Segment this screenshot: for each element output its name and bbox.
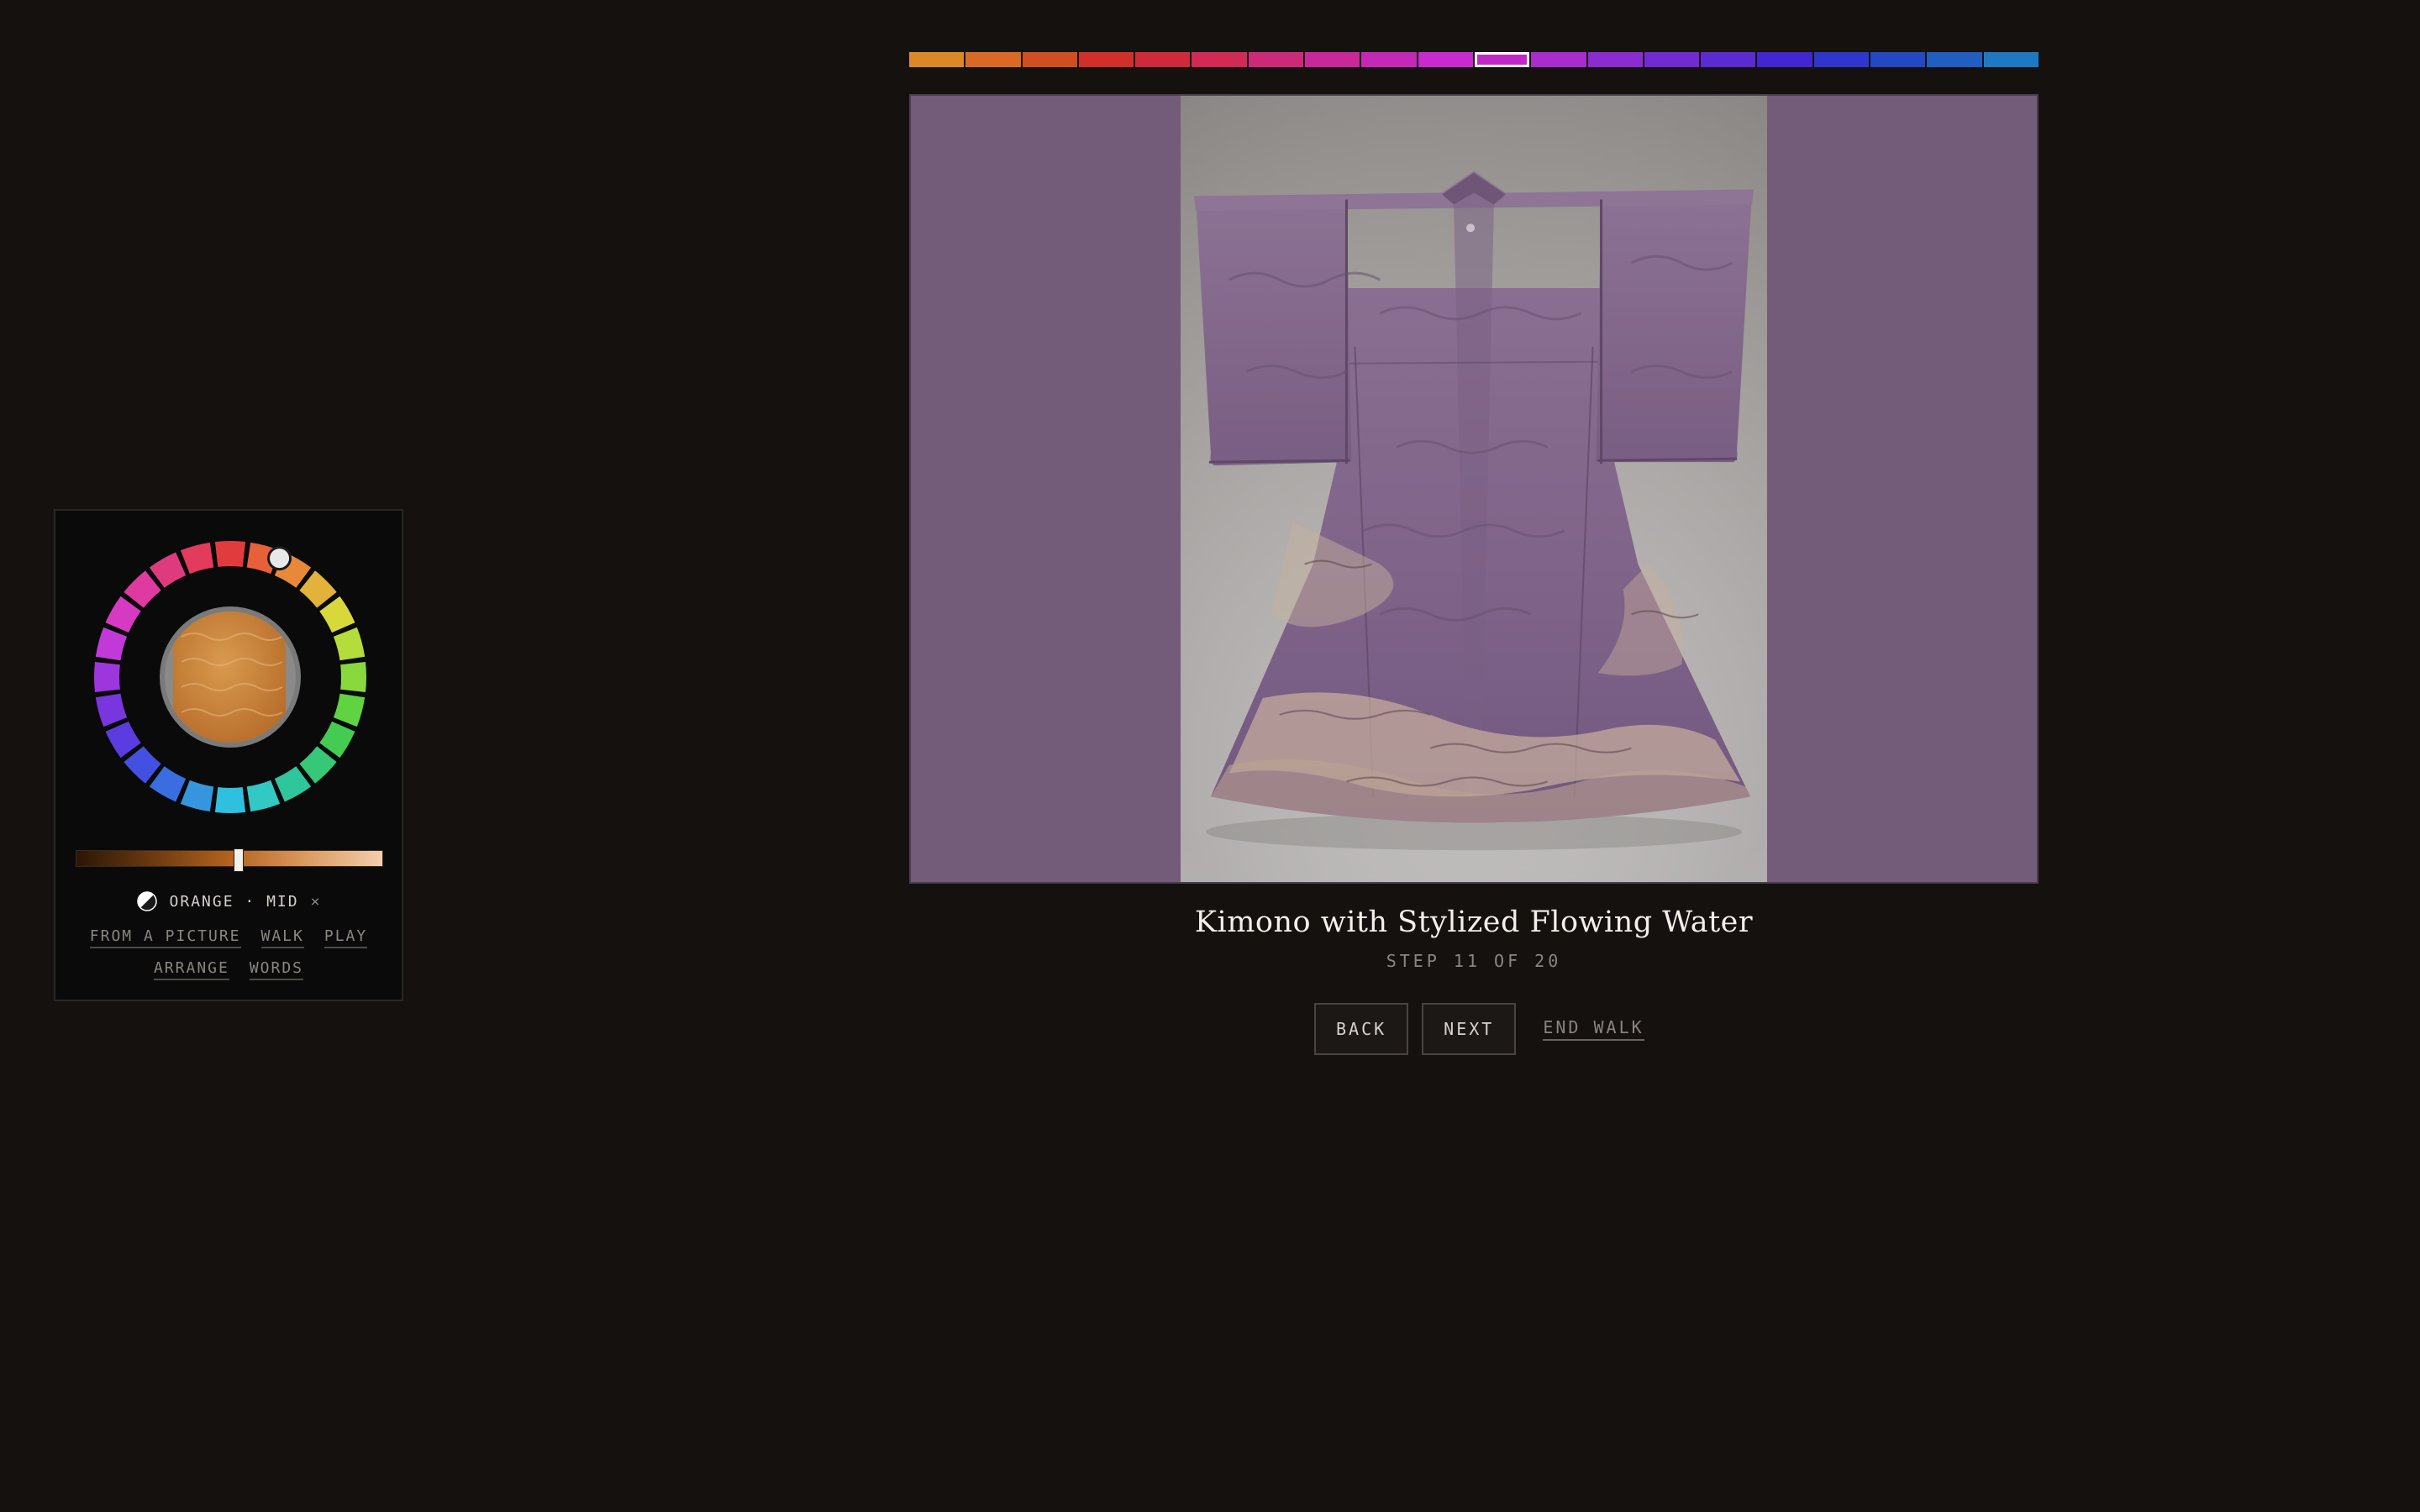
step-indicator: STEP 11 OF 20 [1386,951,1562,971]
contrast-icon [136,891,157,911]
color-wheel-segment[interactable] [274,766,312,802]
nav-play[interactable]: PLAY [324,927,368,948]
color-wheel-knob[interactable] [267,546,292,571]
walk-controls: BACK NEXT END WALK [1314,1003,1644,1055]
color-wheel-segment[interactable] [105,596,141,633]
color-wheel-segment[interactable] [319,596,355,633]
color-strip-segment[interactable] [1757,52,1812,67]
color-strip [909,52,2039,67]
color-wheel-segment[interactable] [214,541,246,567]
color-strip-segment[interactable] [1418,52,1473,67]
nav-row: ARRANGE WORDS [55,959,402,980]
nav-arrange[interactable]: ARRANGE [153,959,229,980]
color-wheel-segment[interactable] [95,693,128,727]
color-wheel-segment[interactable] [340,661,366,693]
color-wheel-segment[interactable] [124,570,161,608]
color-strip-segment[interactable] [909,52,965,67]
color-strip-segment[interactable] [1305,52,1360,67]
clear-selection-button[interactable]: × [311,893,322,911]
nav-from-a-picture[interactable]: FROM A PICTURE [89,927,241,948]
nav-words[interactable]: WORDS [249,959,304,980]
color-strip-segment[interactable] [1983,52,2039,67]
shade-slider[interactable] [76,848,383,872]
color-strip-segment[interactable] [1587,52,1643,67]
back-button[interactable]: BACK [1314,1003,1409,1055]
artwork-title: Kimono with Stylized Flowing Water [1194,906,1754,939]
selected-shade: MID [266,892,299,911]
color-wheel-segment[interactable] [299,746,337,784]
color-strip-segment-active[interactable] [1474,52,1530,67]
end-walk-link[interactable]: END WALK [1543,1017,1644,1041]
color-strip-segment[interactable] [1644,52,1700,67]
color-wheel-segment[interactable] [93,661,120,693]
color-strip-segment[interactable] [1361,52,1417,67]
color-strip-segment[interactable] [1531,52,1586,67]
color-strip-segment[interactable] [965,52,1021,67]
color-wheel-segment[interactable] [124,746,161,784]
color-wheel-segment[interactable] [246,780,281,812]
color-strip-segment[interactable] [1870,52,1926,67]
color-picker-panel: ORANGE · MID × FROM A PICTURE WALK PLAY … [54,509,403,1001]
artwork-viewer [909,94,2039,884]
color-wheel[interactable] [89,536,371,818]
color-strip-segment[interactable] [1927,52,1982,67]
color-wheel-segment[interactable] [149,766,187,802]
color-wheel-segment[interactable] [105,721,141,759]
color-strip-segment[interactable] [1022,52,1077,67]
next-button[interactable]: NEXT [1422,1003,1517,1055]
color-strip-segment[interactable] [1248,52,1304,67]
color-wheel-segment[interactable] [180,780,214,812]
color-strip-segment[interactable] [1701,52,1756,67]
color-wheel-segment[interactable] [299,570,337,608]
color-wheel-segment[interactable] [333,693,366,727]
nav-walk[interactable]: WALK [260,927,304,948]
color-strip-segment[interactable] [1192,52,1247,67]
separator: · [245,892,256,911]
nav-row: FROM A PICTURE WALK PLAY [55,927,402,948]
selection-readout: ORANGE · MID × [55,890,402,912]
color-wheel-segment[interactable] [149,552,187,588]
color-wheel-segment[interactable] [214,787,246,813]
color-strip-segment[interactable] [1813,52,1870,67]
kimono-image [911,96,2037,882]
shade-slider-track[interactable] [76,850,383,867]
selected-color-name: ORANGE [169,892,234,911]
color-wheel-segment[interactable] [333,627,366,661]
color-strip-segment[interactable] [1078,52,1134,67]
shade-slider-thumb[interactable] [233,848,244,872]
color-wheel-segment[interactable] [95,627,128,661]
color-wheel-segment[interactable] [180,542,214,575]
color-wheel-segment[interactable] [319,721,355,759]
color-strip-segment[interactable] [1135,52,1191,67]
